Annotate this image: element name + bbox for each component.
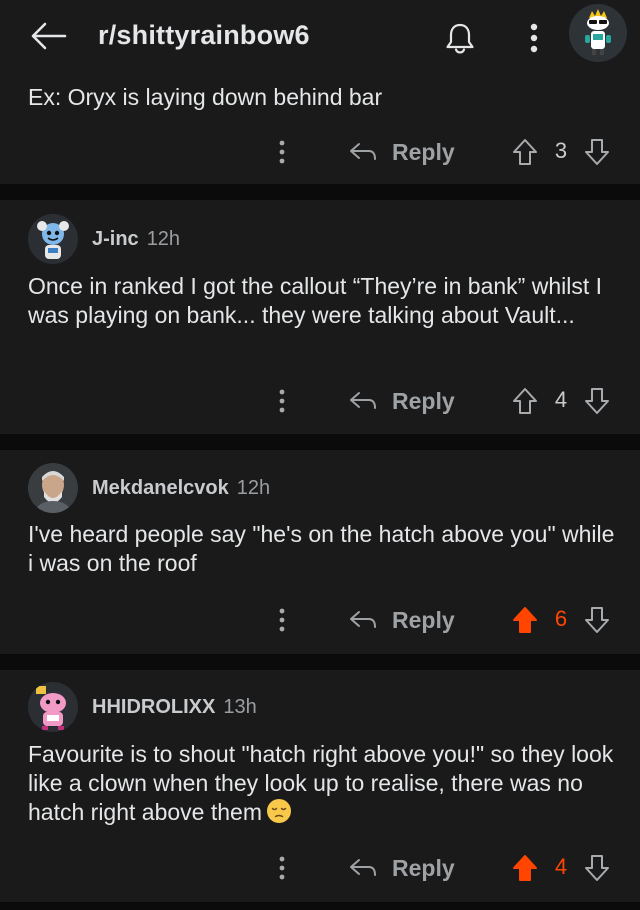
more-vertical-icon: [279, 608, 285, 632]
top-app-bar: r/shittyrainbow6: [0, 0, 640, 78]
upvote-arrow-icon: [513, 607, 537, 633]
more-vertical-icon: [530, 23, 538, 53]
user-avatar[interactable]: [569, 4, 627, 62]
comment-timestamp: 12h: [146, 227, 181, 250]
upvote-button[interactable]: [509, 852, 541, 884]
comment-actions: Reply 3: [0, 132, 640, 172]
comment-body: Ex: Oryx is laying down behind bar: [28, 84, 383, 110]
avatar[interactable]: [28, 463, 78, 513]
vote-score: 4: [554, 854, 568, 879]
downvote-button[interactable]: [581, 604, 613, 636]
comment-body: Favourite is to shout "hatch right above…: [28, 740, 618, 827]
comment-body-text: Favourite is to shout "hatch right above…: [28, 741, 614, 825]
vote-score: 6: [554, 606, 568, 631]
upvote-arrow-icon: [513, 855, 537, 881]
reply-button[interactable]: Reply: [348, 132, 455, 172]
comment-author-row: Mekdanelcvok 12h: [28, 463, 270, 513]
author-name[interactable]: J-inc: [92, 228, 139, 251]
comment-card: J-inc 12h Once in ranked I got the callo…: [0, 200, 640, 434]
back-button[interactable]: [28, 16, 68, 56]
comment-body: Once in ranked I got the callout “They’r…: [28, 273, 603, 328]
reply-button[interactable]: Reply: [348, 381, 455, 421]
reply-label: Reply: [392, 138, 455, 165]
snoo-avatar-icon: [28, 214, 78, 264]
comment-author-row: J-inc 12h: [28, 214, 180, 264]
author-name[interactable]: Mekdanelcvok: [92, 477, 229, 500]
comment-actions: Reply 4: [0, 848, 640, 888]
snoo-avatar-icon: [28, 682, 78, 732]
downvote-arrow-icon: [585, 607, 609, 633]
downvote-arrow-icon: [585, 855, 609, 881]
upvote-arrow-icon: [513, 139, 537, 165]
downvote-button[interactable]: [581, 852, 613, 884]
upvote-button[interactable]: [509, 136, 541, 168]
downvote-arrow-icon: [585, 139, 609, 165]
reply-label: Reply: [392, 387, 455, 414]
comment-card: Ex: Oryx is laying down behind bar Reply…: [0, 78, 640, 184]
reply-arrow-icon: [350, 859, 376, 876]
more-vertical-icon: [279, 140, 285, 164]
bell-icon: [446, 23, 474, 54]
vote-score: 4: [554, 387, 568, 412]
upvote-arrow-icon: [513, 388, 537, 414]
comment-actions: Reply 4: [0, 381, 640, 421]
notifications-button[interactable]: [440, 18, 480, 58]
upvote-button[interactable]: [509, 604, 541, 636]
author-name[interactable]: HHIDROLIXX: [92, 696, 215, 719]
more-vertical-icon: [279, 856, 285, 880]
vote-score: 3: [554, 138, 568, 163]
comment-card: Mekdanelcvok 12h I've heard people say "…: [0, 450, 640, 654]
comment-actions: Reply 6: [0, 600, 640, 640]
avatar[interactable]: [28, 214, 78, 264]
comment-more-button[interactable]: [270, 383, 294, 419]
reply-label: Reply: [392, 854, 455, 881]
comment-author-row: HHIDROLIXX 13h: [28, 682, 257, 732]
reply-arrow-icon: [350, 392, 376, 409]
upvote-button[interactable]: [509, 385, 541, 417]
reply-arrow-icon: [350, 611, 376, 628]
reply-button[interactable]: Reply: [348, 600, 455, 640]
arrow-left-icon: [31, 22, 67, 50]
comment-more-button[interactable]: [270, 850, 294, 886]
comment-timestamp: 13h: [223, 695, 257, 718]
profile-photo-avatar: [28, 463, 78, 513]
downvote-arrow-icon: [585, 388, 609, 414]
comment-more-button[interactable]: [270, 602, 294, 638]
comment-timestamp: 12h: [236, 476, 271, 499]
comment-more-button[interactable]: [270, 134, 294, 170]
reply-button[interactable]: Reply: [348, 848, 455, 888]
avatar[interactable]: [28, 682, 78, 732]
comment-body: I've heard people say "he's on the hatch…: [28, 521, 615, 576]
reply-label: Reply: [392, 606, 455, 633]
more-vertical-icon: [279, 389, 285, 413]
downvote-button[interactable]: [581, 136, 613, 168]
pensive-face-emoji: [266, 799, 291, 823]
subreddit-title[interactable]: r/shittyrainbow6: [98, 20, 310, 51]
snoo-avatar-icon: [569, 4, 627, 62]
downvote-button[interactable]: [581, 385, 613, 417]
header-more-button[interactable]: [520, 18, 548, 58]
comment-card: HHIDROLIXX 13h Favourite is to shout "ha…: [0, 670, 640, 902]
reply-arrow-icon: [350, 143, 376, 160]
